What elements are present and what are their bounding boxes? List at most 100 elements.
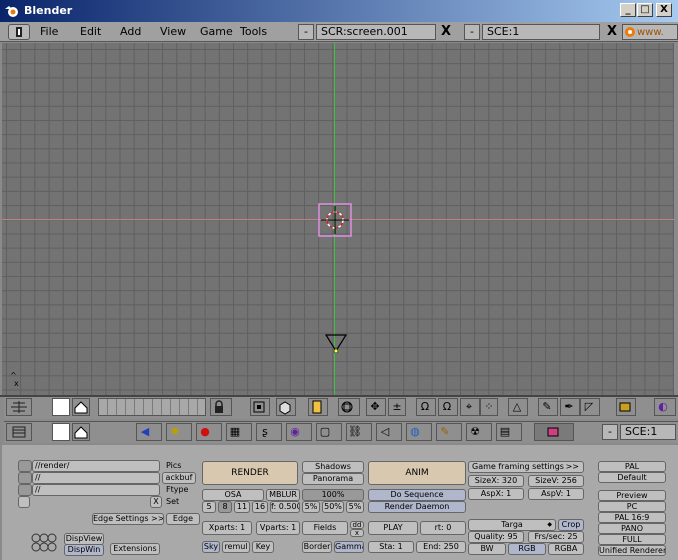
sizey-field[interactable]: SizeV: 256 [528, 475, 584, 487]
gamma-toggle[interactable]: Gamma [334, 541, 364, 553]
close-window-button[interactable]: X [656, 3, 672, 17]
blur-percent-field[interactable]: 100% [302, 489, 364, 501]
menu-view[interactable]: View [160, 25, 186, 38]
3d-viewport[interactable]: ^ x [2, 43, 674, 395]
premul-toggle[interactable]: remul [222, 541, 250, 553]
rgba-toggle[interactable]: RGBA [548, 543, 584, 555]
crop-toggle[interactable]: Crop [558, 519, 584, 531]
edge-settings-button[interactable]: Edge Settings >> [92, 513, 164, 525]
scene-minus-button[interactable]: - [464, 24, 480, 40]
menu-edit[interactable]: Edit [80, 25, 101, 38]
preset-pal-169[interactable]: PAL 16:9 [598, 512, 666, 523]
sky-toggle[interactable]: Sky [202, 541, 220, 553]
border-toggle[interactable]: Border [302, 541, 332, 553]
pivot-button[interactable] [338, 398, 360, 416]
ftype-path-browse[interactable] [18, 484, 32, 496]
screen-name-field[interactable]: SCR:screen.001 [316, 24, 436, 40]
sound-tab[interactable]: ◁ [376, 423, 402, 441]
script-tab[interactable]: ▤ [496, 423, 522, 441]
scene-name-field[interactable]: SCE:1 [482, 24, 600, 40]
menu-file[interactable]: File [40, 25, 58, 38]
sizex-field[interactable]: SizeX: 320 [468, 475, 524, 487]
proportional-edit-button[interactable]: Ω [416, 398, 436, 416]
scene-render-tab[interactable] [534, 423, 574, 441]
screen-delete-button[interactable]: X [438, 24, 454, 40]
ortho-button[interactable]: △ [508, 398, 528, 416]
object-tab[interactable]: ▢ [316, 423, 342, 441]
end-frame-field[interactable]: End: 250 [416, 541, 466, 553]
preset-full[interactable]: FULL [598, 534, 666, 545]
menu-add[interactable]: Add [120, 25, 141, 38]
layer-buttons[interactable] [98, 398, 206, 416]
osa-8-button[interactable]: 8 [218, 501, 232, 513]
material-tab[interactable]: ● [196, 423, 222, 441]
buttons-scene-field[interactable]: SCE:1 [620, 424, 676, 440]
odd-toggle[interactable]: dd [350, 521, 364, 529]
pct-50-button[interactable]: 50% [322, 501, 344, 513]
bw-toggle[interactable]: BW [468, 543, 506, 555]
x-toggle[interactable]: x [350, 529, 364, 537]
preset-pc[interactable]: PC [598, 501, 666, 512]
do-sequence-toggle[interactable]: Do Sequence [368, 489, 466, 501]
lock-layers-button[interactable] [210, 398, 232, 416]
world-globe-tab[interactable]: ◍ [406, 423, 432, 441]
render-daemon-toggle[interactable]: Render Daemon [368, 501, 466, 513]
fps-field[interactable]: Frs/sec: 25 [528, 531, 584, 543]
backbuf-path-field[interactable]: // [32, 472, 160, 484]
view-local-button[interactable] [250, 398, 270, 416]
render-path-browse[interactable] [18, 460, 32, 472]
filter-size-field[interactable]: f: 0.500 [270, 501, 300, 513]
buttons-scene-minus[interactable]: - [602, 424, 618, 440]
viewport-window-type-button[interactable] [6, 398, 32, 416]
fields-toggle[interactable]: Fields [302, 521, 348, 535]
buttons-view-button[interactable] [52, 423, 70, 441]
set-clear-button[interactable]: X [150, 496, 162, 508]
paint-button[interactable]: ✎ [538, 398, 558, 416]
menu-game[interactable]: Game [200, 25, 233, 38]
anim-button[interactable]: ANIM [368, 461, 466, 485]
physics-tab[interactable]: ☢ [466, 423, 492, 441]
play-button[interactable]: PLAY [368, 521, 418, 535]
buttons-home-button[interactable] [72, 423, 90, 441]
edit-tab[interactable]: ✎ [436, 423, 462, 441]
blender-url-button[interactable]: www. [622, 24, 678, 40]
render-view-button[interactable] [616, 398, 636, 416]
preset-pal[interactable]: PAL [598, 461, 666, 472]
aspx-field[interactable]: AspX: 1 [468, 488, 524, 500]
3d-cursor-icon[interactable] [316, 201, 354, 239]
osa-5-button[interactable]: 5 [202, 501, 216, 513]
camera-object-icon[interactable] [324, 333, 348, 355]
osa-toggle[interactable]: OSA [202, 489, 264, 501]
menu-tools[interactable]: Tools [240, 25, 267, 38]
rgb-toggle[interactable]: RGB [508, 543, 546, 555]
pct-25-button[interactable]: 5% [302, 501, 320, 513]
buttons-window-type-button[interactable] [6, 423, 32, 441]
aspy-field[interactable]: AspV: 1 [528, 488, 584, 500]
logic-tab[interactable]: ◀ [136, 423, 162, 441]
unified-renderer-toggle[interactable]: Unified Renderer [598, 545, 666, 556]
edge-toggle[interactable]: Edge [166, 513, 200, 525]
manipulator-button[interactable]: ⌖ [460, 398, 480, 416]
ftype-path-field[interactable]: // [32, 484, 160, 496]
mblur-toggle[interactable]: MBLUR [266, 489, 300, 501]
key-toggle[interactable]: Key [252, 541, 274, 553]
lamp-tab[interactable]: ✸ [166, 423, 192, 441]
preset-pano[interactable]: PANO [598, 523, 666, 534]
view-persp-button[interactable] [276, 398, 296, 416]
extensions-button[interactable]: Extensions [110, 543, 160, 555]
draw-type-button[interactable] [308, 398, 328, 416]
shadows-toggle[interactable]: Shadows [302, 461, 364, 473]
dispwin-button[interactable]: DispWin [64, 544, 104, 556]
constraints-tab[interactable]: ⛓ [346, 423, 372, 441]
start-frame-field[interactable]: Sta: 1 [368, 541, 414, 553]
scene-delete-button[interactable]: X [604, 24, 620, 40]
panorama-toggle[interactable]: Panorama [302, 473, 364, 485]
minimize-button[interactable]: _ [620, 3, 636, 17]
texture-paint-button[interactable]: ◸ [580, 398, 600, 416]
preset-preview[interactable]: Preview [598, 490, 666, 501]
home-view-button[interactable] [72, 398, 90, 416]
grab-widget-button[interactable]: ✥ [366, 398, 386, 416]
world-tab[interactable]: ʂ [256, 423, 282, 441]
xparts-field[interactable]: Xparts: 1 [202, 521, 252, 535]
game-framing-button[interactable]: Game framing settings >> [468, 461, 584, 473]
